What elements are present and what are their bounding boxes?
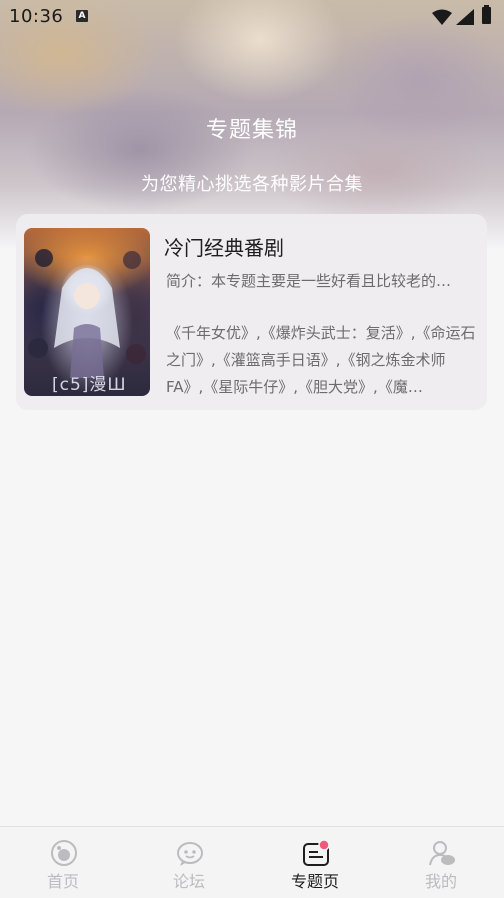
signal-icon xyxy=(456,9,474,25)
battery-icon xyxy=(482,5,491,24)
bottom-tab-bar: 首页 论坛 专题页 我的 xyxy=(0,826,504,898)
topic-card[interactable]: [c5]漫Ш 冷门经典番剧 简介：本专题主要是一些好看且比较老的… 《千年女优》… xyxy=(16,214,487,410)
page-subtitle: 为您精心挑选各种影片合集 xyxy=(141,174,363,195)
tab-topics[interactable]: 专题页 xyxy=(252,827,378,898)
status-bar: 10:36 A xyxy=(0,0,504,34)
tab-topics-label: 专题页 xyxy=(290,872,339,891)
topic-intro: 简介：本专题主要是一些好看且比较老的… xyxy=(166,272,452,290)
wifi-icon xyxy=(432,9,452,25)
tab-forum-label: 论坛 xyxy=(172,872,205,891)
tab-profile-label: 我的 xyxy=(424,872,457,891)
status-time: 10:36 xyxy=(9,6,64,27)
tab-forum[interactable]: 论坛 xyxy=(126,827,252,898)
tab-profile[interactable]: 我的 xyxy=(378,827,504,898)
page-title: 专题集锦 xyxy=(205,118,298,143)
forum-icon xyxy=(177,842,203,866)
cover-caption: [c5]漫Ш xyxy=(52,375,127,395)
profile-icon xyxy=(429,841,455,866)
tab-home-label: 首页 xyxy=(46,872,79,891)
topic-icon xyxy=(303,839,330,866)
topic-list: 《千年女优》,《爆炸头武士：复活》,《命运石之门》,《灌篮高手日语》,《钢之炼金… xyxy=(166,324,476,396)
topic-title: 冷门经典番剧 xyxy=(164,236,284,260)
a-icon: A xyxy=(76,10,88,22)
topic-cover-image[interactable]: [c5]漫Ш xyxy=(24,228,150,396)
home-icon xyxy=(51,840,77,866)
tab-home[interactable]: 首页 xyxy=(0,827,126,898)
